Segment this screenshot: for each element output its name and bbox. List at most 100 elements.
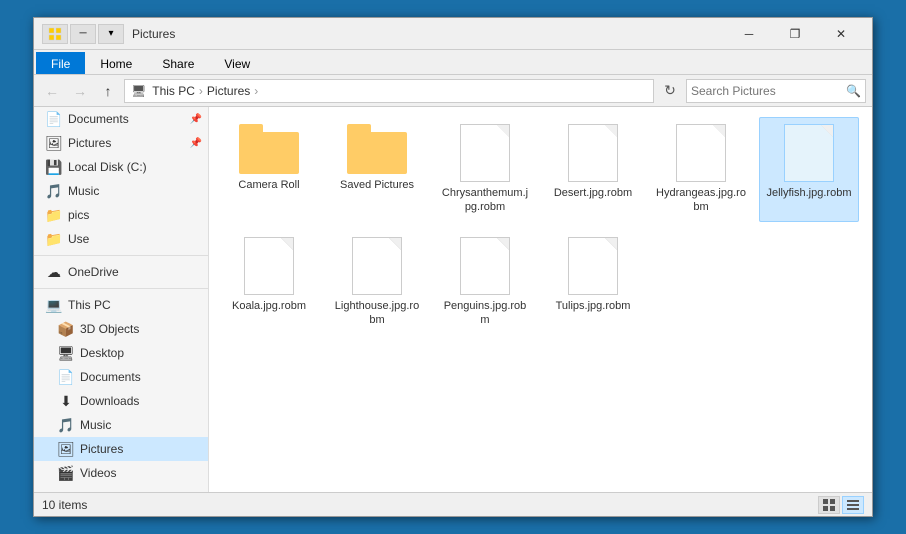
forward-button[interactable]: → (68, 79, 92, 103)
list-item[interactable]: Penguins.jpg.robm (435, 230, 535, 335)
file-icon (460, 237, 510, 295)
sidebar-label-pics: pics (68, 208, 89, 222)
main-content: 📄 Documents 📌 🖼 Pictures 📌 💾 Local Disk … (34, 107, 872, 492)
sidebar: 📄 Documents 📌 🖼 Pictures 📌 💾 Local Disk … (34, 107, 209, 492)
sidebar-item-music2[interactable]: 🎵 Music (34, 413, 208, 437)
list-item[interactable]: Koala.jpg.robm (219, 230, 319, 335)
sidebar-item-use[interactable]: 📁 Use (34, 227, 208, 251)
file-icon (676, 124, 726, 182)
sidebar-item-pictures2[interactable]: 🖼 Pictures (34, 437, 208, 461)
sidebar-item-videos[interactable]: 🎬 Videos (34, 461, 208, 485)
file-name: Tulips.jpg.robm (556, 299, 631, 313)
sidebar-label-pictures2: Pictures (80, 442, 123, 456)
view-toggles (818, 496, 864, 514)
file-icon (784, 124, 834, 182)
sidebar-item-this-pc[interactable]: 💻 This PC (34, 293, 208, 317)
sidebar-item-documents2[interactable]: 📄 Documents (34, 365, 208, 389)
documents-icon: 📄 (46, 111, 62, 127)
explorer-window: ─ ▾ Pictures ─ ❐ ✕ File Home Share View … (33, 17, 873, 517)
list-item[interactable]: Chrysanthemum.jpg.robm (435, 117, 535, 222)
sidebar-container: 📄 Documents 📌 🖼 Pictures 📌 💾 Local Disk … (34, 107, 209, 492)
path-segment-folder: 🖥 This PC › Pictures › (131, 84, 260, 98)
sidebar-item-downloads[interactable]: ⬇ Downloads (34, 389, 208, 413)
quick-access-btn2[interactable]: ▾ (98, 24, 124, 44)
desktop-icon: 🖥 (58, 345, 74, 361)
sidebar-item-pictures[interactable]: 🖼 Pictures 📌 (34, 131, 208, 155)
up-button[interactable]: ↑ (96, 79, 120, 103)
sidebar-label-local-disk: Local Disk (C:) (68, 160, 147, 174)
sidebar-item-music[interactable]: 🎵 Music (34, 179, 208, 203)
videos-icon: 🎬 (58, 465, 74, 481)
file-icon (352, 237, 402, 295)
file-name: Jellyfish.jpg.robm (767, 186, 852, 200)
sidebar-item-pics[interactable]: 📁 pics (34, 203, 208, 227)
list-view-button[interactable] (842, 496, 864, 514)
address-bar: ← → ↑ 🖥 This PC › Pictures › ↻ 🔍 (34, 75, 872, 107)
downloads-icon: ⬇ (58, 393, 74, 409)
file-name: Camera Roll (238, 178, 299, 192)
folder-icon (347, 124, 407, 174)
tab-home[interactable]: Home (85, 52, 147, 74)
file-name: Saved Pictures (340, 178, 414, 192)
sidebar-label-3d-objects: 3D Objects (80, 322, 139, 336)
list-item[interactable]: Saved Pictures (327, 117, 427, 222)
list-item[interactable]: Desert.jpg.robm (543, 117, 643, 222)
window-controls: ─ ❐ ✕ (726, 18, 864, 50)
list-item[interactable]: Hydrangeas.jpg.robm (651, 117, 751, 222)
tab-file[interactable]: File (36, 52, 85, 74)
close-button[interactable]: ✕ (818, 18, 864, 50)
local-disk-icon: 💾 (46, 159, 62, 175)
file-area: Camera Roll Saved Pictures Chrysanthemum… (209, 107, 872, 492)
file-icon (568, 124, 618, 182)
search-box[interactable]: 🔍 (686, 79, 866, 103)
sidebar-label-desktop: Desktop (80, 346, 124, 360)
path-pictures[interactable]: Pictures (207, 84, 250, 98)
maximize-button[interactable]: ❐ (772, 18, 818, 50)
music-icon: 🎵 (46, 183, 62, 199)
pictures-icon: 🖼 (46, 135, 62, 151)
folder-icon (239, 124, 299, 174)
sidebar-item-onedrive[interactable]: ☁ OneDrive (34, 260, 208, 284)
path-sep-2: › (254, 84, 258, 98)
minimize-button[interactable]: ─ (726, 18, 772, 50)
sidebar-label-videos: Videos (80, 466, 116, 480)
sidebar-item-3d-objects[interactable]: 📦 3D Objects (34, 317, 208, 341)
sidebar-item-desktop[interactable]: 🖥 Desktop (34, 341, 208, 365)
file-name: Hydrangeas.jpg.robm (656, 186, 746, 215)
quick-access-btn1[interactable]: ─ (70, 24, 96, 44)
back-button[interactable]: ← (40, 79, 64, 103)
file-icon (460, 124, 510, 182)
documents2-icon: 📄 (58, 369, 74, 385)
path-sep-1: › (199, 84, 203, 98)
sidebar-label-downloads: Downloads (80, 394, 139, 408)
file-icon (244, 237, 294, 295)
file-name: Penguins.jpg.robm (440, 299, 530, 328)
list-item[interactable]: Camera Roll (219, 117, 319, 222)
pin-icon-documents: 📌 (190, 114, 202, 125)
list-item[interactable]: Tulips.jpg.robm (543, 230, 643, 335)
tab-view[interactable]: View (209, 52, 265, 74)
address-path[interactable]: 🖥 This PC › Pictures › (124, 79, 654, 103)
sidebar-label-use: Use (68, 232, 89, 246)
sidebar-label-this-pc: This PC (68, 298, 111, 312)
refresh-button[interactable]: ↻ (658, 79, 682, 103)
onedrive-icon: ☁ (46, 264, 62, 280)
list-item[interactable]: Lighthouse.jpg.robm (327, 230, 427, 335)
sidebar-divider-1 (34, 255, 208, 256)
3d-objects-icon: 📦 (58, 321, 74, 337)
sidebar-label-documents: Documents (68, 112, 129, 126)
list-item[interactable]: Jellyfish.jpg.robm (759, 117, 859, 222)
file-icon (568, 237, 618, 295)
use-icon: 📁 (46, 231, 62, 247)
grid-view-button[interactable] (818, 496, 840, 514)
search-input[interactable] (691, 84, 846, 98)
search-icon[interactable]: 🔍 (846, 84, 861, 98)
sidebar-label-music2: Music (80, 418, 111, 432)
title-bar: ─ ▾ Pictures ─ ❐ ✕ (34, 18, 872, 50)
sidebar-item-local-disk[interactable]: 💾 Local Disk (C:) (34, 155, 208, 179)
path-this-pc[interactable]: This PC (152, 84, 195, 98)
tab-share[interactable]: Share (147, 52, 209, 74)
sidebar-item-documents[interactable]: 📄 Documents 📌 (34, 107, 208, 131)
sidebar-label-documents2: Documents (80, 370, 141, 384)
item-count: 10 items (42, 498, 87, 512)
